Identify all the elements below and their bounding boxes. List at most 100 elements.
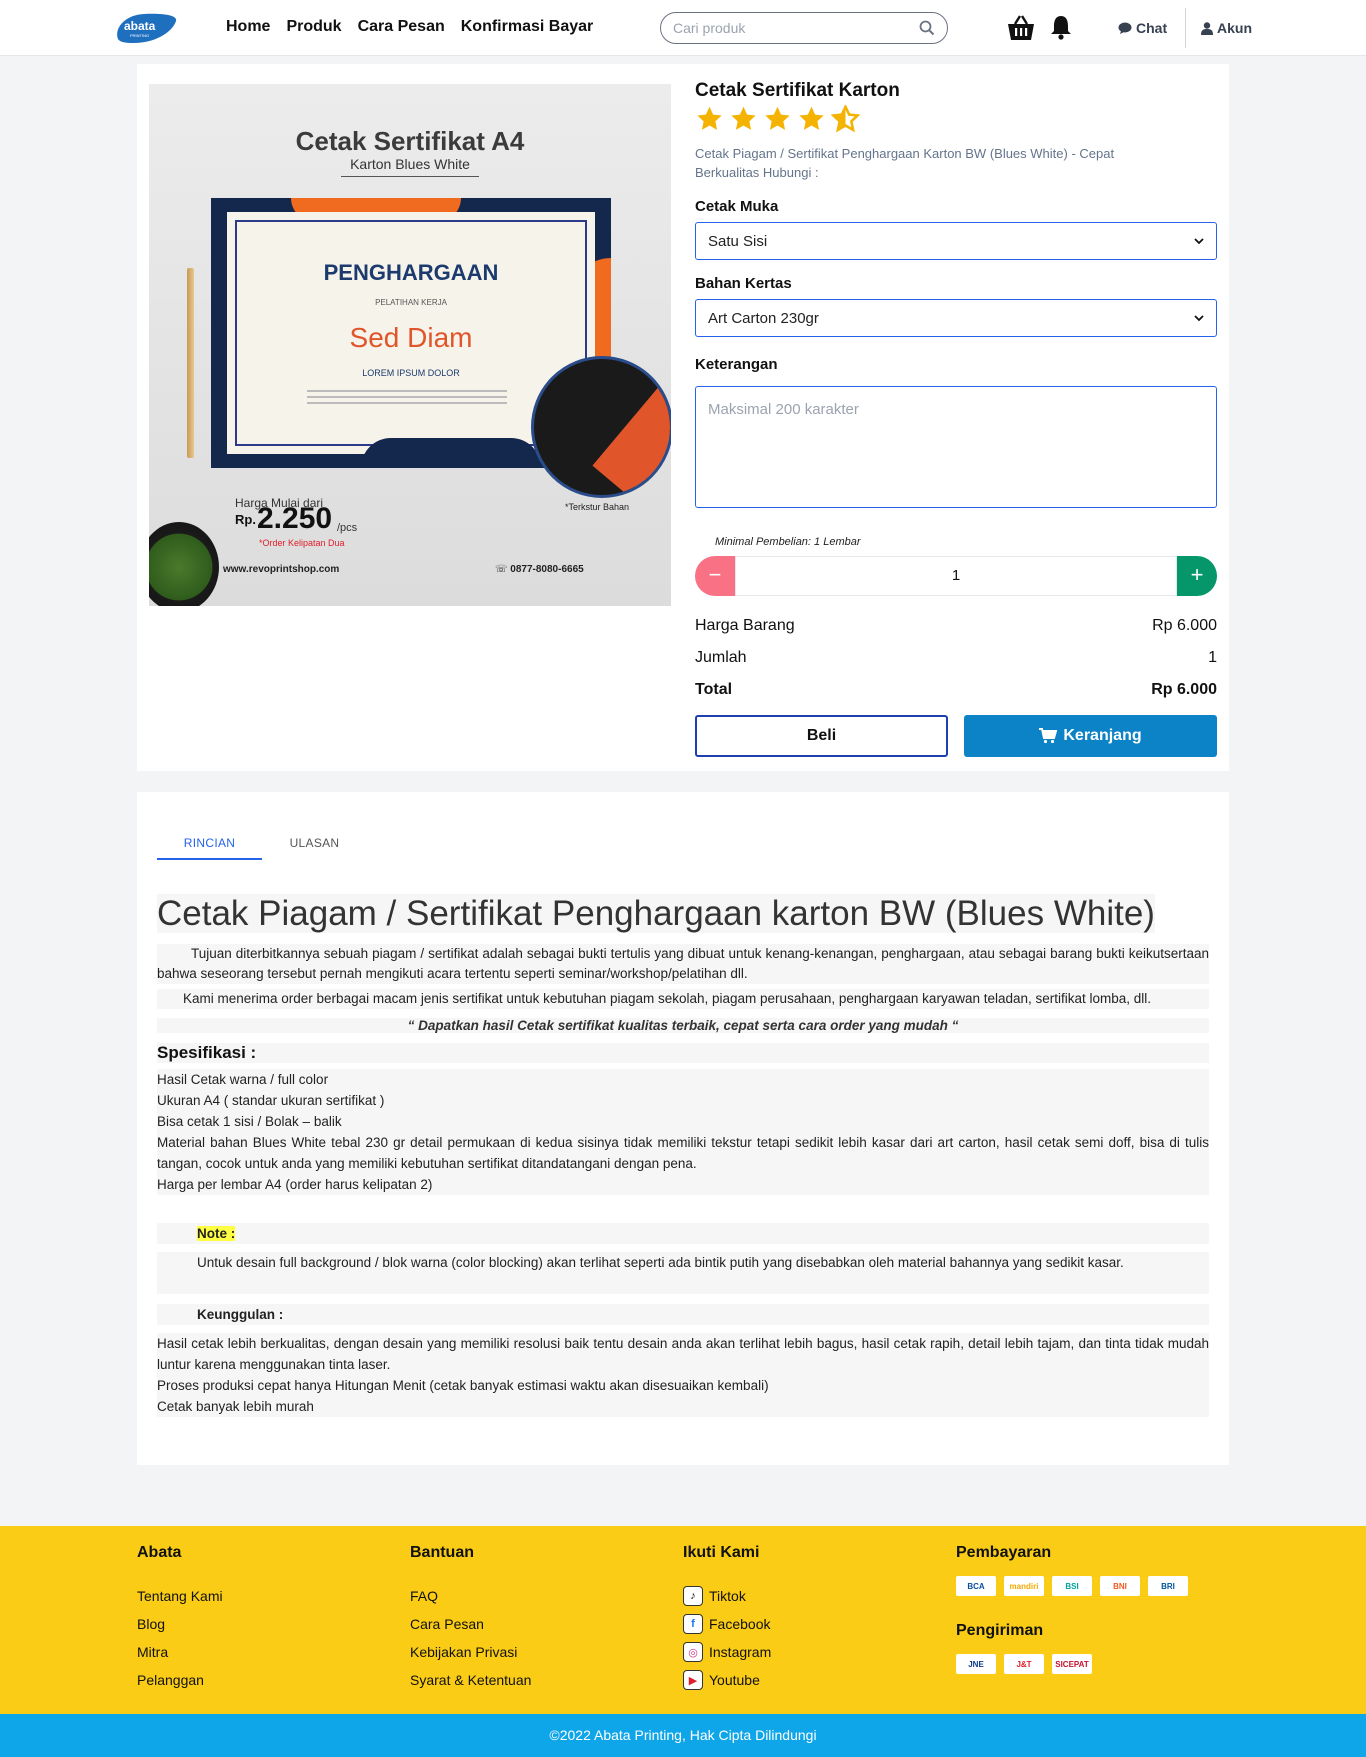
- quantity-input[interactable]: 1: [735, 556, 1177, 596]
- star-half-icon: [831, 105, 860, 133]
- search-icon[interactable]: [919, 20, 935, 36]
- footer-link-faq[interactable]: FAQ: [410, 1582, 531, 1610]
- min-purchase-note: Minimal Pembelian: 1 Lembar: [715, 536, 861, 548]
- note-text: Untuk desain full background / blok warn…: [157, 1252, 1209, 1294]
- footer-link-syarat[interactable]: Syarat & Ketentuan: [410, 1666, 531, 1694]
- bahan-kertas-select[interactable]: Art Carton 230gr: [695, 299, 1217, 337]
- product-title: Cetak Sertifikat Karton: [695, 80, 900, 101]
- footer-link-cara-pesan[interactable]: Cara Pesan: [410, 1610, 531, 1638]
- spec-item: Material bahan Blues White tebal 230 gr …: [157, 1135, 1209, 1171]
- image-subtitle: Karton Blues White: [350, 156, 470, 172]
- image-subtitle-underline: [341, 176, 479, 177]
- footer-link-facebook[interactable]: f Facebook: [683, 1610, 771, 1638]
- cetak-muka-value: Satu Sisi: [708, 232, 768, 250]
- product-card: Cetak Sertifikat A4 Karton Blues White P…: [137, 64, 1229, 771]
- bri-logo: BRI: [1148, 1576, 1188, 1596]
- shipping-logos: JNE J&T SICEPAT: [956, 1654, 1188, 1674]
- increase-button[interactable]: +: [1177, 556, 1217, 596]
- copyright-bar: ©2022 Abata Printing, Hak Cipta Dilindun…: [0, 1714, 1366, 1757]
- footer-link-blog[interactable]: Blog: [137, 1610, 223, 1638]
- mandiri-logo: mandiri: [1004, 1576, 1044, 1596]
- account-label: Akun: [1217, 20, 1252, 36]
- footer-link-kebijakan[interactable]: Kebijakan Privasi: [410, 1638, 531, 1666]
- footer-link-instagram[interactable]: ◎ Instagram: [683, 1638, 771, 1666]
- product-description: Cetak Piagam / Sertifikat Penghargaan Ka…: [695, 146, 1115, 180]
- buy-button[interactable]: Beli: [695, 715, 948, 757]
- nav-konfirmasi-bayar[interactable]: Konfirmasi Bayar: [461, 18, 594, 36]
- user-icon: [1201, 21, 1213, 35]
- youtube-label: Youtube: [709, 1672, 760, 1688]
- logo-subtext: PRINTING: [130, 33, 149, 38]
- cetak-muka-select[interactable]: Satu Sisi: [695, 222, 1217, 260]
- detail-heading: Cetak Piagam / Sertifikat Penghargaan ka…: [157, 894, 1209, 934]
- chevron-down-icon: [1194, 315, 1204, 322]
- nav-cara-pesan[interactable]: Cara Pesan: [358, 18, 445, 36]
- instagram-icon: ◎: [683, 1642, 703, 1662]
- footer-link-youtube[interactable]: ▶ Youtube: [683, 1666, 771, 1694]
- certificate-heading: PENGHARGAAN: [323, 260, 499, 285]
- product-image[interactable]: Cetak Sertifikat A4 Karton Blues White P…: [149, 84, 671, 606]
- footer-link-pelanggan[interactable]: Pelanggan: [137, 1666, 223, 1694]
- instagram-label: Instagram: [709, 1644, 772, 1660]
- copyright-text: ©2022 Abata Printing, Hak Cipta Dilindun…: [549, 1727, 817, 1743]
- facebook-icon: f: [683, 1614, 703, 1634]
- decrease-button[interactable]: −: [695, 556, 735, 596]
- star-icon: [731, 106, 756, 130]
- add-to-cart-button[interactable]: Keranjang: [964, 715, 1217, 757]
- total-label: Total: [695, 681, 733, 698]
- nav-produk[interactable]: Produk: [286, 18, 341, 36]
- note-label: Note :: [197, 1226, 236, 1241]
- main-nav: Home Produk Cara Pesan Konfirmasi Bayar: [226, 18, 593, 36]
- price-value: 2.250: [257, 502, 333, 535]
- footer-link-mitra[interactable]: Mitra: [137, 1638, 223, 1666]
- texture-zoom-graphic: [531, 356, 671, 498]
- detail-paragraph-2: Kami menerima order berbagai macam jenis…: [157, 989, 1209, 1009]
- abata-logo[interactable]: abata PRINTING: [114, 11, 178, 45]
- nav-home[interactable]: Home: [226, 18, 270, 36]
- payment-logos: BCA mandiri BSI BNI BRI: [956, 1576, 1188, 1596]
- advantage-item: Proses produksi cepat hanya Hitungan Men…: [157, 1378, 769, 1393]
- chat-icon: [1118, 22, 1132, 34]
- detail-tabs: RINCIAN ULASAN: [157, 824, 367, 860]
- star-icon: [697, 106, 722, 130]
- price-note: *Order Kelipatan Dua: [259, 538, 345, 548]
- spec-list: Hasil Cetak warna / full color Ukuran A4…: [157, 1069, 1209, 1195]
- spec-item: Bisa cetak 1 sisi / Bolak – balik: [157, 1114, 342, 1129]
- sicepat-logo: SICEPAT: [1052, 1654, 1092, 1674]
- footer-col-title: Bantuan: [410, 1544, 474, 1561]
- bell-icon[interactable]: [1049, 14, 1073, 40]
- chat-link[interactable]: Chat: [1118, 20, 1167, 36]
- basket-icon[interactable]: [1006, 14, 1036, 42]
- jumlah-row: Jumlah 1: [695, 649, 1217, 667]
- youtube-icon: ▶: [683, 1670, 703, 1690]
- spec-item: Harga per lembar A4 (order harus kelipat…: [157, 1177, 433, 1192]
- certificate-name: Sed Diam: [349, 322, 473, 353]
- search-box: [660, 12, 948, 44]
- bca-logo: BCA: [956, 1576, 996, 1596]
- tab-ulasan[interactable]: ULASAN: [262, 824, 367, 860]
- total-row: Total Rp 6.000: [695, 681, 1217, 699]
- tab-rincian[interactable]: RINCIAN: [157, 824, 262, 860]
- chat-label: Chat: [1136, 20, 1168, 36]
- shipping-title: Pengiriman: [956, 1622, 1044, 1639]
- payment-title: Pembayaran: [956, 1544, 1052, 1561]
- certificate-subheading: PELATIHAN KERJA: [375, 298, 447, 307]
- site-header: abata PRINTING Home Produk Cara Pesan Ko…: [0, 0, 1366, 56]
- search-input[interactable]: [673, 20, 919, 36]
- star-icon: [799, 106, 824, 130]
- cart-icon: [1039, 728, 1058, 744]
- footer-col-social: Ikuti Kami ♪ Tiktok f Facebook ◎ Instagram …: [683, 1544, 771, 1694]
- rating-stars: [695, 105, 860, 133]
- pencil-graphic: [187, 268, 194, 458]
- chevron-down-icon: [1194, 238, 1204, 245]
- footer-link-tentang[interactable]: Tentang Kami: [137, 1582, 223, 1610]
- bahan-kertas-label: Bahan Kertas: [695, 275, 792, 292]
- image-title: Cetak Sertifikat A4: [295, 126, 525, 156]
- keterangan-textarea[interactable]: [695, 386, 1217, 508]
- detail-paragraph-1: Tujuan diterbitkannya sebuah piagam / se…: [157, 944, 1209, 984]
- footer-link-tiktok[interactable]: ♪ Tiktok: [683, 1582, 771, 1610]
- star-icon: [765, 106, 790, 130]
- detail-heading-text: Cetak Piagam / Sertifikat Penghargaan ka…: [157, 894, 1155, 933]
- account-link[interactable]: Akun: [1201, 20, 1252, 36]
- footer-col-abata: Abata Tentang Kami Blog Mitra Pelanggan: [137, 1544, 223, 1694]
